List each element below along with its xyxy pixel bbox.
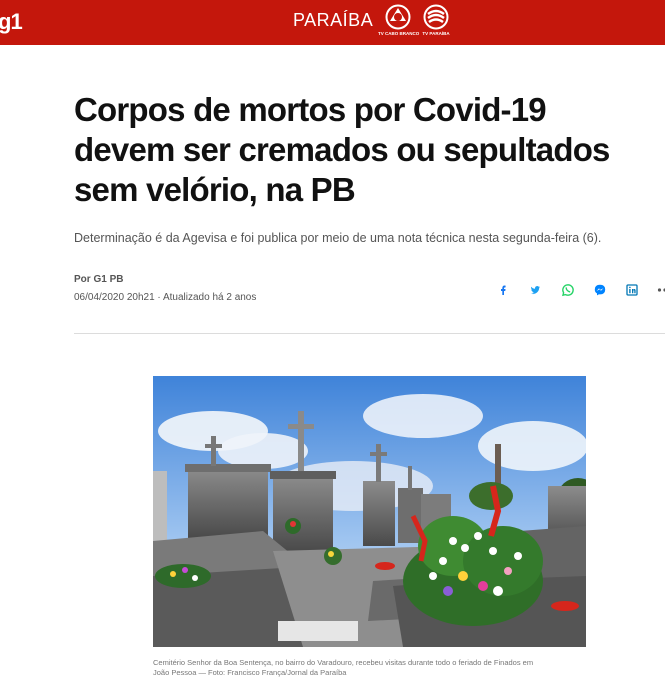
messenger-icon[interactable] bbox=[593, 283, 607, 297]
article-photo[interactable] bbox=[153, 376, 586, 647]
tv-logo-label: TV CABO BRANCO bbox=[378, 31, 420, 36]
photo-caption: Cemitério Senhor da Boa Sentença, no bai… bbox=[153, 658, 593, 678]
whatsapp-icon[interactable] bbox=[561, 283, 575, 297]
linkedin-icon[interactable] bbox=[625, 283, 639, 297]
divider bbox=[74, 333, 665, 334]
tv-paraiba-logo[interactable]: TV PARAÍBA bbox=[416, 4, 456, 42]
article-title-line: devem ser cremados ou sepultados bbox=[74, 131, 610, 168]
article-title: Corpos de mortos por Covid-19 devem ser … bbox=[74, 90, 665, 210]
photo-caption-line: João Pessoa — Foto: Francisco França/Jor… bbox=[153, 668, 347, 677]
facebook-icon[interactable] bbox=[496, 283, 510, 297]
photo-caption-line: Cemitério Senhor da Boa Sentença, no bai… bbox=[153, 658, 534, 667]
share-more-icon[interactable] bbox=[656, 283, 665, 297]
twitter-icon[interactable] bbox=[528, 283, 542, 297]
top-header-bar: g1 PARAÍBA TV CABO BRANCO TV PARAÍBA bbox=[0, 0, 665, 45]
tv-logo-label: TV PARAÍBA bbox=[422, 31, 450, 36]
article-title-line: sem velório, na PB bbox=[74, 171, 356, 208]
region-name[interactable]: PARAÍBA bbox=[293, 10, 373, 31]
article-author[interactable]: Por G1 PB bbox=[74, 274, 123, 285]
article-subtitle: Determinação é da Agevisa e foi publica … bbox=[74, 231, 602, 245]
article-title-line: Corpos de mortos por Covid-19 bbox=[74, 91, 547, 128]
g1-logo[interactable]: g1 bbox=[0, 9, 23, 35]
tv-cabo-branco-logo[interactable]: TV CABO BRANCO bbox=[378, 4, 420, 42]
article-date: 06/04/2020 20h21 · Atualizado há 2 anos bbox=[74, 292, 257, 303]
